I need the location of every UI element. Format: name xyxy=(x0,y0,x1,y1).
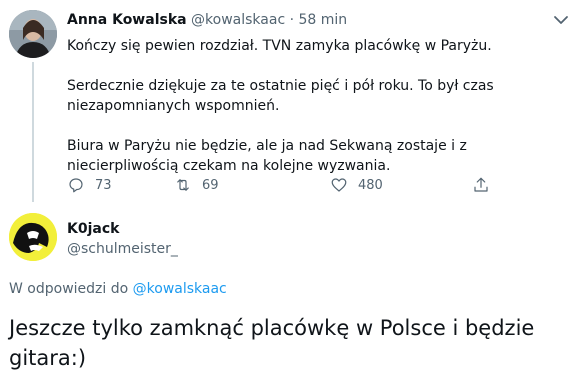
thread-line xyxy=(32,62,34,202)
reply-count: 73 xyxy=(95,177,112,193)
replying-to: W odpowiedzi do @kowalskaac xyxy=(9,281,227,297)
reply-author-handle[interactable]: @schulmeister_ xyxy=(67,241,178,257)
tweet-header: Anna Kowalska @kowalskaac · 58 min xyxy=(67,12,347,28)
share-button[interactable] xyxy=(472,176,490,194)
like-button[interactable]: 480 xyxy=(330,176,383,194)
retweet-icon xyxy=(177,179,189,191)
share-icon xyxy=(474,177,488,192)
like-count: 480 xyxy=(358,177,383,193)
reply-icon xyxy=(69,178,83,193)
replying-to-label: W odpowiedzi do xyxy=(9,281,129,297)
tweet-paragraph: Kończy się pewien rozdział. TVN zamyka p… xyxy=(67,38,492,54)
dot-separator: · xyxy=(289,12,295,28)
avatar[interactable] xyxy=(9,10,57,58)
reply-author-name[interactable]: K0jack xyxy=(67,221,119,237)
tweet-actions: 73 69 480 xyxy=(67,176,507,196)
author-handle[interactable]: @kowalskaac xyxy=(191,12,285,28)
chevron-down-icon xyxy=(554,16,568,24)
reply-text: Jeszcze tylko zamknąć placówkę w Polsce … xyxy=(9,316,535,370)
timestamp[interactable]: 58 min xyxy=(299,12,348,28)
tweet-paragraph: Serdecznie dziękuje za te ostatnie pięć … xyxy=(67,78,494,114)
tweet-body: Kończy się pewien rozdział. TVN zamyka p… xyxy=(67,36,507,196)
reply-button[interactable]: 73 xyxy=(67,176,112,194)
retweet-count: 69 xyxy=(202,177,219,193)
tweet-paragraph: Biura w Paryżu nie będzie, ale ja nad Se… xyxy=(67,138,467,174)
avatar-image xyxy=(9,10,57,58)
avatar-image xyxy=(9,213,57,261)
author-name[interactable]: Anna Kowalska xyxy=(67,12,187,28)
replying-to-link[interactable]: @kowalskaac xyxy=(133,281,227,297)
retweet-button[interactable]: 69 xyxy=(174,176,219,194)
like-icon xyxy=(331,178,347,192)
avatar[interactable] xyxy=(9,213,57,261)
more-options-button[interactable] xyxy=(549,10,573,30)
